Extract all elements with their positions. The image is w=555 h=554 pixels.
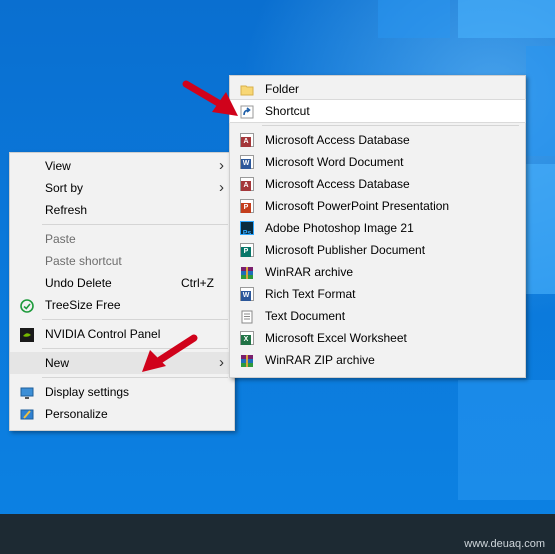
menu-separator (262, 125, 519, 126)
menu-item-sort-by[interactable]: Sort by › (10, 177, 234, 199)
menu-item-label: Text Document (265, 309, 346, 323)
menu-item-personalize[interactable]: Personalize (10, 403, 234, 425)
treesize-icon (20, 298, 34, 313)
chevron-right-icon: › (219, 354, 224, 371)
shortcut-icon (240, 104, 254, 119)
nvidia-icon (20, 327, 34, 342)
publisher-icon: P (240, 243, 254, 257)
wallpaper-window-pane (458, 380, 555, 500)
menu-item-label: Paste shortcut (45, 254, 122, 268)
menu-item-nvidia-control-panel[interactable]: NVIDIA Control Panel (10, 323, 234, 345)
shortcut-key-text: Ctrl+Z (181, 276, 214, 290)
menu-item-label: Shortcut (265, 104, 310, 118)
new-item-excel-worksheet[interactable]: X Microsoft Excel Worksheet (230, 327, 525, 349)
chevron-right-icon: › (219, 157, 224, 174)
chevron-right-icon: › (219, 179, 224, 196)
powerpoint-icon: P (240, 199, 254, 213)
menu-item-label: Refresh (45, 203, 88, 217)
excel-icon: X (240, 331, 254, 345)
menu-item-undo-delete[interactable]: Undo Delete Ctrl+Z (10, 272, 234, 294)
new-item-rich-text-format[interactable]: W Rich Text Format (230, 283, 525, 305)
menu-item-display-settings[interactable]: Display settings (10, 381, 234, 403)
taskbar[interactable]: www.deuaq.com (0, 514, 555, 554)
menu-item-label: Paste (45, 232, 76, 246)
wallpaper-window-pane (526, 164, 555, 294)
menu-item-label: Microsoft Word Document (265, 155, 404, 169)
folder-icon (240, 82, 254, 96)
winrar-zip-icon (240, 353, 254, 367)
menu-separator (42, 224, 228, 225)
new-item-photoshop-image[interactable]: Ps Adobe Photoshop Image 21 (230, 217, 525, 239)
menu-item-label: Microsoft Publisher Document (265, 243, 426, 257)
new-item-access-database-2[interactable]: A Microsoft Access Database (230, 173, 525, 195)
menu-item-label: Display settings (45, 385, 130, 399)
personalize-icon (20, 407, 34, 421)
menu-separator (42, 377, 228, 378)
rtf-icon: W (240, 287, 254, 301)
menu-item-label: Undo Delete (45, 276, 112, 290)
menu-item-label: TreeSize Free (45, 298, 121, 312)
menu-item-label: Rich Text Format (265, 287, 356, 301)
new-item-winrar-archive[interactable]: WinRAR archive (230, 261, 525, 283)
menu-item-label: View (45, 159, 71, 173)
new-item-winrar-zip-archive[interactable]: WinRAR ZIP archive (230, 349, 525, 371)
text-document-icon (240, 309, 254, 324)
menu-item-label: Personalize (45, 407, 108, 421)
menu-item-refresh[interactable]: Refresh (10, 199, 234, 221)
menu-item-label: Microsoft Access Database (265, 177, 410, 191)
menu-item-label: Microsoft PowerPoint Presentation (265, 199, 450, 213)
winrar-icon (240, 265, 254, 279)
watermark-text: www.deuaq.com (464, 538, 545, 550)
new-item-folder[interactable]: Folder (230, 78, 525, 100)
wallpaper-window-pane (526, 46, 555, 156)
new-item-word-document[interactable]: W Microsoft Word Document (230, 151, 525, 173)
menu-separator (42, 319, 228, 320)
annotation-arrow-new (142, 334, 198, 372)
access-icon: A (240, 177, 254, 191)
annotation-arrow-shortcut (182, 80, 238, 116)
menu-item-label: Microsoft Access Database (265, 133, 410, 147)
wallpaper-window-pane (458, 0, 555, 38)
menu-item-new[interactable]: New › (10, 352, 234, 374)
menu-item-treesize-free[interactable]: TreeSize Free (10, 294, 234, 316)
new-item-access-database[interactable]: A Microsoft Access Database (230, 129, 525, 151)
wallpaper-window-pane (378, 0, 450, 38)
display-settings-icon (20, 385, 34, 399)
menu-item-paste-shortcut[interactable]: Paste shortcut (10, 250, 234, 272)
menu-item-paste[interactable]: Paste (10, 228, 234, 250)
menu-item-label: WinRAR archive (265, 265, 354, 279)
photoshop-icon: Ps (240, 221, 254, 237)
new-item-publisher-document[interactable]: P Microsoft Publisher Document (230, 239, 525, 261)
menu-item-label: New (45, 356, 70, 370)
desktop-context-menu: View › Sort by › Refresh Paste Paste sho… (9, 152, 235, 431)
menu-item-view[interactable]: View › (10, 155, 234, 177)
word-icon: W (240, 155, 254, 169)
new-item-text-document[interactable]: Text Document (230, 305, 525, 327)
menu-item-label: Folder (265, 82, 300, 96)
menu-item-label: Sort by (45, 181, 84, 195)
access-icon: A (240, 133, 254, 147)
menu-item-label: WinRAR ZIP archive (265, 353, 375, 367)
new-submenu: Folder Shortcut A Microsoft Access Datab… (229, 75, 526, 378)
menu-item-label: Microsoft Excel Worksheet (265, 331, 407, 345)
menu-item-label: Adobe Photoshop Image 21 (265, 221, 414, 235)
new-item-powerpoint-presentation[interactable]: P Microsoft PowerPoint Presentation (230, 195, 525, 217)
new-item-shortcut[interactable]: Shortcut (229, 99, 526, 123)
menu-separator (42, 348, 228, 349)
